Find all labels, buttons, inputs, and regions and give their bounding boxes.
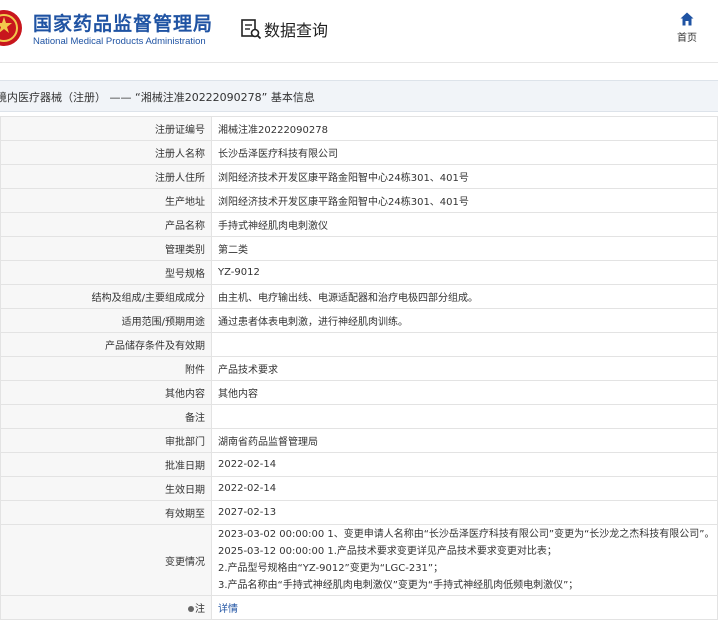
table-row: 注册证编号 湘械注准20222090278 xyxy=(0,116,718,141)
table-row: 结构及组成/主要组成成分 由主机、电疗输出线、电源适配器和治疗电极四部分组成。 xyxy=(0,284,718,309)
brand-name-en: National Medical Products Administration xyxy=(33,36,206,47)
page-section-title: 数据查询 xyxy=(264,21,329,40)
table-row: 产品名称 手持式神经肌肉电刺激仪 xyxy=(0,212,718,237)
row-value: 2022-02-14 xyxy=(211,476,718,501)
bullet-icon xyxy=(188,606,194,612)
table-row: 管理类别 第二类 xyxy=(0,236,718,261)
row-label: 结构及组成/主要组成成分 xyxy=(0,284,212,309)
table-row: 注册人住所 浏阳经济技术开发区康平路金阳智中心24栋301、401号 xyxy=(0,164,718,189)
table-row: 产品储存条件及有效期 xyxy=(0,332,718,357)
row-value: 长沙岳泽医疗科技有限公司 xyxy=(211,140,718,165)
details-link[interactable]: 详情 xyxy=(218,604,238,615)
table-row: 批准日期 2022-02-14 xyxy=(0,452,718,477)
detail-title: 境内医疗器械（注册） —— “湘械注准20222090278” 基本信息 xyxy=(0,91,315,104)
table-row: 审批部门 湖南省药品监督管理局 xyxy=(0,428,718,453)
change-line: 2.产品型号规格由“YZ-9012”变更为“LGC-231”； xyxy=(218,563,444,574)
national-emblem-icon xyxy=(0,10,22,46)
row-value: 湘械注准20222090278 xyxy=(211,116,718,141)
row-value: 由主机、电疗输出线、电源适配器和治疗电极四部分组成。 xyxy=(211,284,718,309)
note-label-cell: 注 xyxy=(0,595,212,620)
row-label: 审批部门 xyxy=(0,428,212,453)
table-row-note: 注 详情 xyxy=(0,595,718,620)
site-header: 国家药品监督管理局 National Medical Products Admi… xyxy=(0,0,718,62)
row-label: 附件 xyxy=(0,356,212,381)
row-value: 通过患者体表电刺激，进行神经肌肉训练。 xyxy=(211,308,718,333)
table-row: 适用范围/预期用途 通过患者体表电刺激，进行神经肌肉训练。 xyxy=(0,308,718,333)
row-value: 浏阳经济技术开发区康平路金阳智中心24栋301、401号 xyxy=(211,164,718,189)
home-button[interactable]: 首页 xyxy=(672,12,702,48)
change-label: 变更情况 xyxy=(0,524,212,596)
change-value: 2023-03-02 00:00:00 1、变更申请人名称由“长沙岳泽医疗科技有… xyxy=(211,524,718,596)
table-row: 备注 xyxy=(0,404,718,429)
row-value: 2027-02-13 xyxy=(211,500,718,525)
row-label: 生产地址 xyxy=(0,188,212,213)
row-label: 管理类别 xyxy=(0,236,212,261)
header-divider xyxy=(0,62,718,63)
row-label: 适用范围/预期用途 xyxy=(0,308,212,333)
table-row: 其他内容 其他内容 xyxy=(0,380,718,405)
note-value: 详情 xyxy=(211,595,718,620)
change-line: 3.产品名称由“手持式神经肌肉电刺激仪”变更为“手持式神经肌肉低频电刺激仪”； xyxy=(218,580,579,591)
row-label: 注册人住所 xyxy=(0,164,212,189)
row-label: 批准日期 xyxy=(0,452,212,477)
table-row: 生效日期 2022-02-14 xyxy=(0,476,718,501)
change-line: 2023-03-02 00:00:00 1、变更申请人名称由“长沙岳泽医疗科技有… xyxy=(218,529,715,540)
detail-title-bar: 境内医疗器械（注册） —— “湘械注准20222090278” 基本信息 xyxy=(0,80,718,112)
row-label: 型号规格 xyxy=(0,260,212,285)
row-value: 第二类 xyxy=(211,236,718,261)
row-label: 有效期至 xyxy=(0,500,212,525)
row-label: 产品名称 xyxy=(0,212,212,237)
table-row-change: 变更情况 2023-03-02 00:00:00 1、变更申请人名称由“长沙岳泽… xyxy=(0,524,718,596)
home-label: 首页 xyxy=(677,33,697,44)
row-value: 浏阳经济技术开发区康平路金阳智中心24栋301、401号 xyxy=(211,188,718,213)
detail-table: 注册证编号 湘械注准20222090278 注册人名称 长沙岳泽医疗科技有限公司 注… xyxy=(0,116,718,620)
row-label: 注册证编号 xyxy=(0,116,212,141)
table-row: 生产地址 浏阳经济技术开发区康平路金阳智中心24栋301、401号 xyxy=(0,188,718,213)
row-value: 2022-02-14 xyxy=(211,452,718,477)
row-value xyxy=(211,332,718,357)
row-label: 产品储存条件及有效期 xyxy=(0,332,212,357)
data-query-icon xyxy=(241,19,262,40)
table-row: 注册人名称 长沙岳泽医疗科技有限公司 xyxy=(0,140,718,165)
row-label: 注册人名称 xyxy=(0,140,212,165)
note-label: 注 xyxy=(195,604,205,615)
row-value: 其他内容 xyxy=(211,380,718,405)
table-row: 型号规格 YZ-9012 xyxy=(0,260,718,285)
row-value xyxy=(211,404,718,429)
row-label: 其他内容 xyxy=(0,380,212,405)
row-value: 产品技术要求 xyxy=(211,356,718,381)
table-row: 附件 产品技术要求 xyxy=(0,356,718,381)
row-value: YZ-9012 xyxy=(211,260,718,285)
row-label: 生效日期 xyxy=(0,476,212,501)
row-label: 备注 xyxy=(0,404,212,429)
change-line: 2025-03-12 00:00:00 1.产品技术要求变更详见产品技术要求变更… xyxy=(218,546,557,557)
table-row: 有效期至 2027-02-13 xyxy=(0,500,718,525)
row-value: 手持式神经肌肉电刺激仪 xyxy=(211,212,718,237)
row-value: 湖南省药品监督管理局 xyxy=(211,428,718,453)
brand-name-cn: 国家药品监督管理局 xyxy=(33,13,214,35)
home-icon xyxy=(680,12,694,26)
